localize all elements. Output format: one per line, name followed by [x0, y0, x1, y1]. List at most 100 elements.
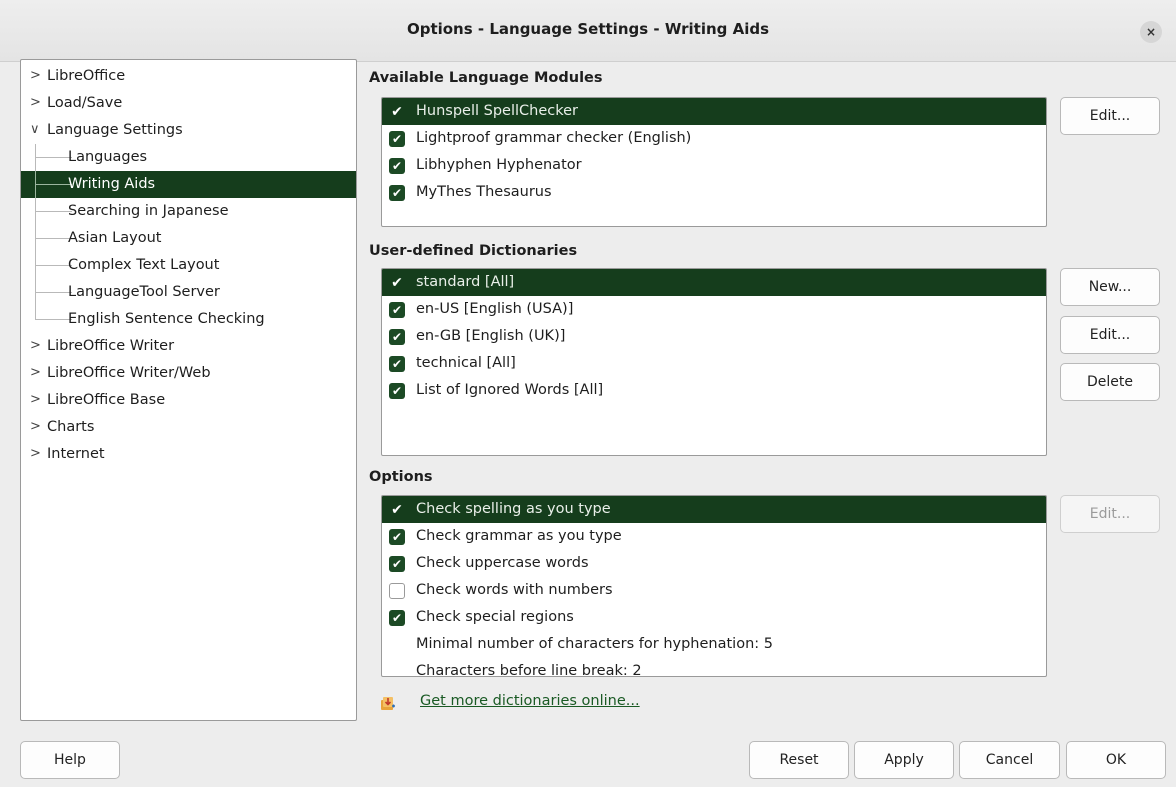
- list-item-en-us[interactable]: ✔ en-US [English (USA)]: [382, 296, 1046, 323]
- tree-guide-line: [35, 184, 72, 185]
- modules-list[interactable]: ✔ Hunspell SpellChecker ✔ Lightproof gra…: [381, 97, 1047, 227]
- list-item-label: technical [All]: [416, 355, 516, 371]
- chevron-right-icon[interactable]: >: [30, 333, 42, 359]
- tree-guide-line: [35, 319, 72, 320]
- list-item-label: Check grammar as you type: [416, 528, 622, 544]
- tree-item-label: Languages: [68, 149, 148, 165]
- checkbox-checked-icon[interactable]: ✔: [389, 158, 405, 174]
- checkbox-checked-icon[interactable]: ✔: [389, 529, 405, 545]
- tree-item-language-settings[interactable]: ∨ Language Settings: [21, 117, 356, 144]
- list-item-label: Check uppercase words: [416, 555, 589, 571]
- dictionaries-delete-button[interactable]: Delete: [1060, 363, 1160, 401]
- list-item-label: Check words with numbers: [416, 582, 613, 598]
- modules-edit-button[interactable]: Edit...: [1060, 97, 1160, 135]
- tree-item-label: English Sentence Checking: [68, 311, 265, 327]
- checkbox-checked-icon[interactable]: ✔: [389, 383, 405, 399]
- checkbox-checked-icon[interactable]: ✔: [389, 556, 405, 572]
- list-item-min-hyphenation-chars[interactable]: Minimal number of characters for hyphena…: [382, 631, 1046, 658]
- list-item-en-gb[interactable]: ✔ en-GB [English (UK)]: [382, 323, 1046, 350]
- help-button[interactable]: Help: [20, 741, 120, 779]
- list-item-mythes[interactable]: ✔ MyThes Thesaurus: [382, 179, 1046, 206]
- list-item-label: en-US [English (USA)]: [416, 301, 574, 317]
- tree-item-label: LibreOffice Writer: [47, 338, 175, 354]
- list-item-label: standard [All]: [416, 274, 515, 290]
- chevron-down-icon[interactable]: ∨: [30, 117, 42, 143]
- list-item-check-grammar[interactable]: ✔ Check grammar as you type: [382, 523, 1046, 550]
- checkbox-checked-icon[interactable]: ✔: [389, 356, 405, 372]
- tree-item-label: Writing Aids: [68, 176, 156, 192]
- list-item-chars-before-break[interactable]: Characters before line break: 2: [382, 658, 1046, 676]
- checkbox-checked-icon[interactable]: ✔: [389, 185, 405, 201]
- tree-item-charts[interactable]: > Charts: [21, 414, 356, 441]
- checkbox-checked-icon[interactable]: ✔: [389, 329, 405, 345]
- list-item-check-uppercase[interactable]: ✔ Check uppercase words: [382, 550, 1046, 577]
- tree-item-label: Asian Layout: [68, 230, 162, 246]
- tree-item-internet[interactable]: > Internet: [21, 441, 356, 468]
- tree-item-libreoffice-base[interactable]: > LibreOffice Base: [21, 387, 356, 414]
- list-item-ignored-words[interactable]: ✔ List of Ignored Words [All]: [382, 377, 1046, 404]
- tree-item-english-sentence-checking[interactable]: English Sentence Checking: [21, 306, 356, 333]
- list-item-hunspell[interactable]: ✔ Hunspell SpellChecker: [382, 98, 1046, 125]
- tree-item-label: LanguageTool Server: [68, 284, 220, 300]
- dictionaries-edit-button[interactable]: Edit...: [1060, 316, 1160, 354]
- chevron-right-icon[interactable]: >: [30, 414, 42, 440]
- checkbox-checked-icon[interactable]: ✔: [389, 131, 405, 147]
- tree-item-libreoffice-writer[interactable]: > LibreOffice Writer: [21, 333, 356, 360]
- chevron-right-icon[interactable]: >: [30, 63, 42, 89]
- options-list[interactable]: ✔ Check spelling as you type ✔ Check gra…: [381, 495, 1047, 677]
- tree-item-label: Load/Save: [47, 95, 123, 111]
- apply-button[interactable]: Apply: [854, 741, 954, 779]
- close-icon[interactable]: ×: [1140, 21, 1162, 43]
- chevron-right-icon[interactable]: >: [30, 360, 42, 386]
- list-item-technical[interactable]: ✔ technical [All]: [382, 350, 1046, 377]
- checkmark-icon[interactable]: ✔: [389, 104, 405, 120]
- tree-item-libreoffice-writer-web[interactable]: > LibreOffice Writer/Web: [21, 360, 356, 387]
- checkmark-icon[interactable]: ✔: [389, 502, 405, 518]
- chevron-right-icon[interactable]: >: [30, 441, 42, 467]
- ok-button[interactable]: OK: [1066, 741, 1166, 779]
- tree-item-complex-text-layout[interactable]: Complex Text Layout: [21, 252, 356, 279]
- more-dictionaries-link[interactable]: Get more dictionaries online...: [420, 693, 640, 709]
- tree-guide-line: [35, 238, 72, 239]
- tree-item-label: Complex Text Layout: [68, 257, 220, 273]
- dictionaries-list[interactable]: ✔ standard [All] ✔ en-US [English (USA)]…: [381, 268, 1047, 456]
- tree-item-label: LibreOffice: [47, 68, 126, 84]
- title-bar: Options - Language Settings - Writing Ai…: [0, 0, 1176, 62]
- cancel-button[interactable]: Cancel: [959, 741, 1060, 779]
- list-item-lightproof[interactable]: ✔ Lightproof grammar checker (English): [382, 125, 1046, 152]
- list-item-check-numbers[interactable]: ✔ Check words with numbers: [382, 577, 1046, 604]
- tree-item-writing-aids[interactable]: Writing Aids: [21, 171, 356, 198]
- list-item-libhyphen[interactable]: ✔ Libhyphen Hyphenator: [382, 152, 1046, 179]
- list-item-standard[interactable]: ✔ standard [All]: [382, 269, 1046, 296]
- list-item-check-spelling[interactable]: ✔ Check spelling as you type: [382, 496, 1046, 523]
- tree-item-load-save[interactable]: > Load/Save: [21, 90, 356, 117]
- tree-guide-line: [35, 211, 72, 212]
- modules-section-title: Available Language Modules: [369, 70, 603, 86]
- chevron-right-icon[interactable]: >: [30, 387, 42, 413]
- options-edit-button[interactable]: Edit...: [1060, 495, 1160, 533]
- tree-item-label: LibreOffice Base: [47, 392, 166, 408]
- options-section-title: Options: [369, 469, 433, 485]
- list-item-label: en-GB [English (UK)]: [416, 328, 566, 344]
- tree-item-languagetool-server[interactable]: LanguageTool Server: [21, 279, 356, 306]
- dictionaries-new-button[interactable]: New...: [1060, 268, 1160, 306]
- dictionary-download-icon[interactable]: [379, 694, 397, 712]
- dictionaries-section-title: User-defined Dictionaries: [369, 243, 578, 259]
- tree-item-asian-layout[interactable]: Asian Layout: [21, 225, 356, 252]
- checkbox-unchecked-icon[interactable]: ✔: [389, 583, 405, 599]
- list-item-label: Libhyphen Hyphenator: [416, 157, 582, 173]
- tree-item-languages[interactable]: Languages: [21, 144, 356, 171]
- tree-item-libreoffice[interactable]: > LibreOffice: [21, 63, 356, 90]
- checkmark-icon[interactable]: ✔: [389, 275, 405, 291]
- tree-item-label: Searching in Japanese: [68, 203, 229, 219]
- checkbox-checked-icon[interactable]: ✔: [389, 302, 405, 318]
- list-item-label: Lightproof grammar checker (English): [416, 130, 692, 146]
- checkbox-checked-icon[interactable]: ✔: [389, 610, 405, 626]
- list-item-check-special-regions[interactable]: ✔ Check special regions: [382, 604, 1046, 631]
- tree-item-searching-in-japanese[interactable]: Searching in Japanese: [21, 198, 356, 225]
- options-tree[interactable]: > LibreOffice > Load/Save ∨ Language Set…: [20, 59, 357, 721]
- chevron-right-icon[interactable]: >: [30, 90, 42, 116]
- tree-guide-line: [35, 292, 72, 293]
- reset-button[interactable]: Reset: [749, 741, 849, 779]
- tree-item-label: Charts: [47, 419, 95, 435]
